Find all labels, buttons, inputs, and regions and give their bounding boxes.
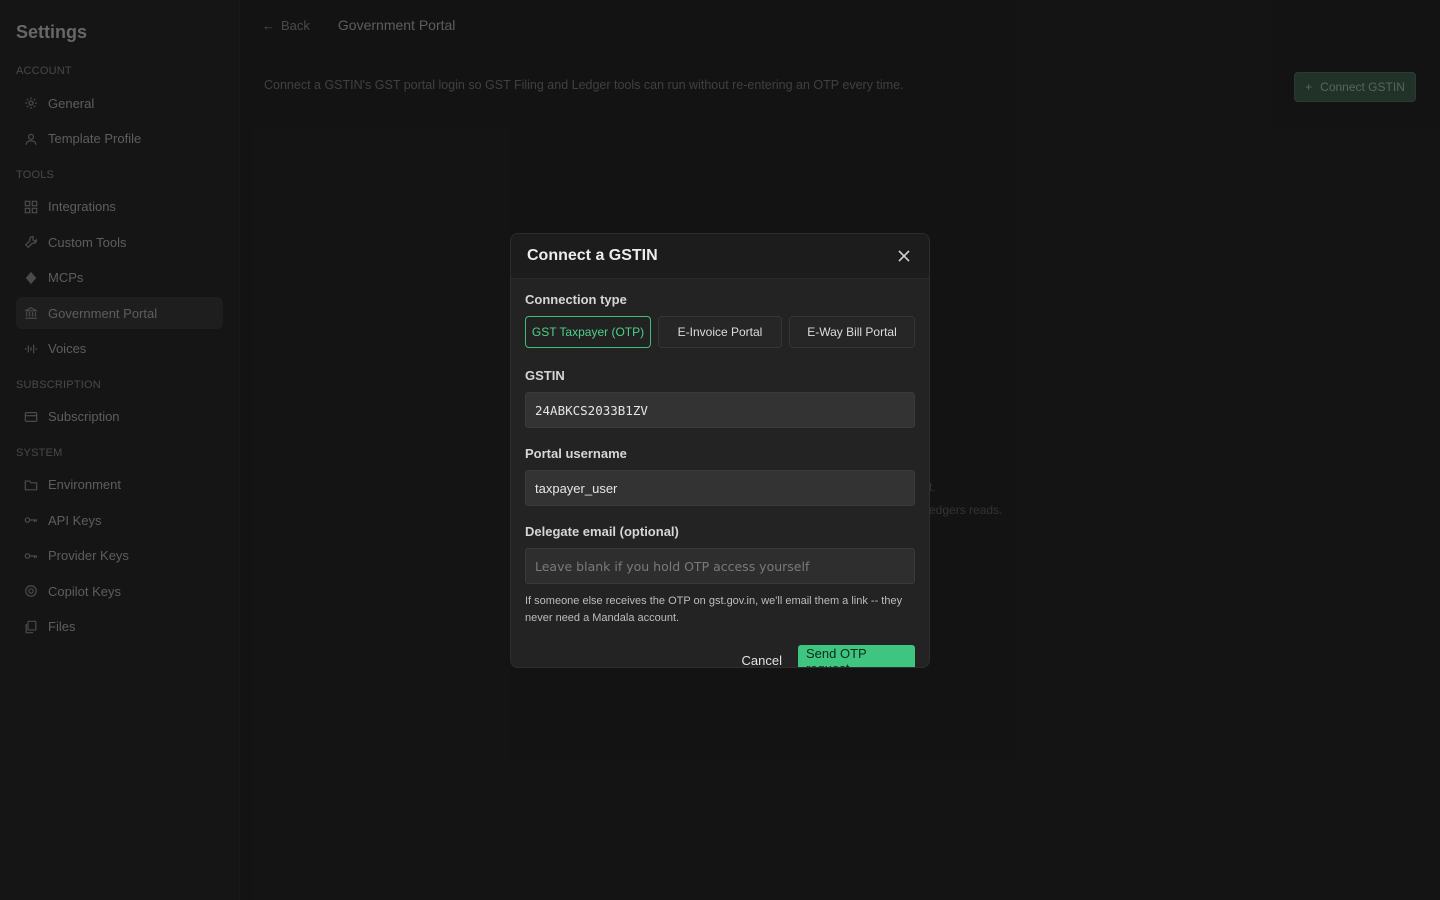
type-e-invoice-button[interactable]: E-Invoice Portal <box>658 316 782 348</box>
connection-type-selector: GST Taxpayer (OTP) E-Invoice Portal E-Wa… <box>525 316 915 348</box>
delegate-email-input[interactable]: Leave blank if you hold OTP access yours… <box>525 548 915 584</box>
connect-gstin-dialog: Connect a GSTIN Connection type GST Taxp… <box>510 233 930 668</box>
dialog-header: Connect a GSTIN <box>511 234 929 279</box>
close-icon[interactable] <box>895 247 913 265</box>
settings-app: Settings ACCOUNT General Template Profil… <box>0 0 1440 900</box>
portal-username-label: Portal username <box>525 446 627 461</box>
gstin-input[interactable]: 24ABKCS2033B1ZV <box>525 392 915 428</box>
dialog-actions: Cancel Send OTP request <box>525 645 915 668</box>
delegate-help-text: If someone else receives the OTP on gst.… <box>525 595 903 624</box>
gstin-label: GSTIN <box>525 368 565 383</box>
portal-username-input[interactable]: taxpayer_user <box>525 470 915 506</box>
connection-type-label: Connection type <box>525 292 627 307</box>
delegate-email-label: Delegate email (optional) <box>525 524 679 539</box>
type-e-way-bill-button[interactable]: E-Way Bill Portal <box>789 316 915 348</box>
send-otp-button[interactable]: Send OTP request <box>798 645 915 667</box>
dialog-body: Connection type GST Taxpayer (OTP) E-Inv… <box>511 279 929 668</box>
type-gst-taxpayer-button[interactable]: GST Taxpayer (OTP) <box>525 316 651 348</box>
dialog-title: Connect a GSTIN <box>527 247 658 264</box>
cancel-button[interactable]: Cancel <box>734 645 790 668</box>
